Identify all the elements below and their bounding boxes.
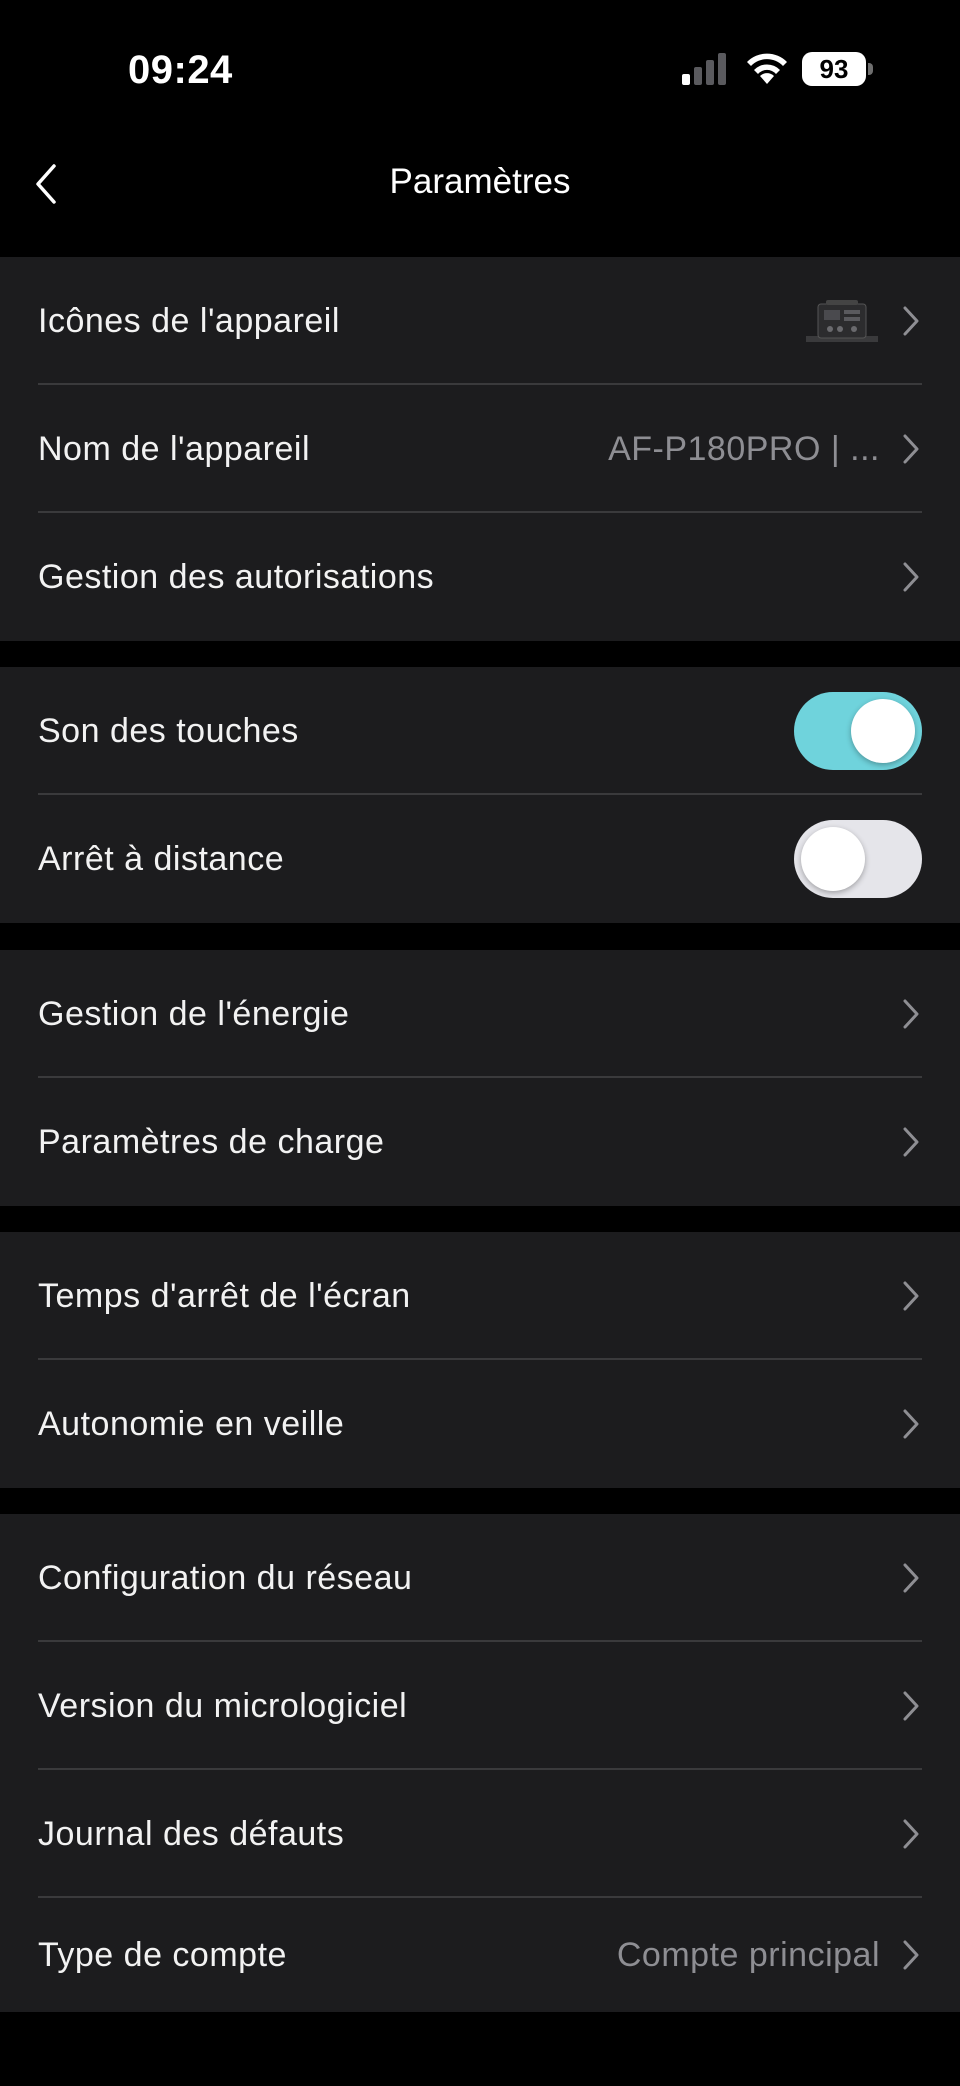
row-label: Type de compte bbox=[38, 1935, 287, 1974]
chevron-right-icon bbox=[903, 1281, 919, 1311]
row-device-name[interactable]: Nom de l'appareil AF-P180PRO | ... bbox=[0, 385, 960, 513]
row-value: AF-P180PRO | ... bbox=[608, 429, 880, 468]
row-energy-management[interactable]: Gestion de l'énergie bbox=[0, 950, 960, 1078]
chevron-right-icon bbox=[903, 562, 919, 592]
chevron-right-icon bbox=[903, 1127, 919, 1157]
chevron-right-icon bbox=[903, 999, 919, 1029]
battery-tip bbox=[868, 63, 873, 75]
chevron-right-icon bbox=[903, 306, 919, 336]
row-fault-log[interactable]: Journal des défauts bbox=[0, 1770, 960, 1898]
chevron-right-icon bbox=[903, 1409, 919, 1439]
row-device-icons[interactable]: Icônes de l'appareil bbox=[0, 257, 960, 385]
row-label: Journal des défauts bbox=[38, 1814, 345, 1853]
row-network-configuration[interactable]: Configuration du réseau bbox=[0, 1514, 960, 1642]
chevron-right-icon bbox=[903, 1940, 919, 1970]
row-label: Autonomie en veille bbox=[38, 1404, 345, 1443]
remote-shutdown-toggle[interactable] bbox=[794, 820, 922, 898]
row-account-type[interactable]: Type de compte Compte principal bbox=[0, 1898, 960, 2012]
row-key-sound: Son des touches bbox=[0, 667, 960, 795]
row-charge-settings[interactable]: Paramètres de charge bbox=[0, 1078, 960, 1206]
row-standby-autonomy[interactable]: Autonomie en veille bbox=[0, 1360, 960, 1488]
row-label: Gestion de l'énergie bbox=[38, 994, 350, 1033]
row-label: Arrêt à distance bbox=[38, 839, 285, 878]
chevron-right-icon bbox=[903, 1563, 919, 1593]
page-title: Paramètres bbox=[389, 162, 571, 201]
settings-group-device: Icônes de l'appareil Nom de l'appareil A… bbox=[0, 257, 960, 641]
settings-group-system: Configuration du réseau Version du micro… bbox=[0, 1514, 960, 2012]
wifi-icon bbox=[747, 53, 787, 84]
chevron-right-icon bbox=[903, 1691, 919, 1721]
row-label: Icônes de l'appareil bbox=[38, 301, 340, 340]
row-label: Temps d'arrêt de l'écran bbox=[38, 1276, 411, 1315]
settings-group-screen: Temps d'arrêt de l'écran Autonomie en ve… bbox=[0, 1232, 960, 1488]
row-label: Gestion des autorisations bbox=[38, 557, 435, 596]
device-thumbnail bbox=[806, 300, 878, 342]
toggle-knob bbox=[851, 699, 915, 763]
chevron-right-icon bbox=[903, 1819, 919, 1849]
row-screen-off-time[interactable]: Temps d'arrêt de l'écran bbox=[0, 1232, 960, 1360]
row-label: Son des touches bbox=[38, 711, 299, 750]
row-remote-shutdown: Arrêt à distance bbox=[0, 795, 960, 923]
chevron-right-icon bbox=[903, 434, 919, 464]
cellular-signal-icon bbox=[682, 53, 726, 85]
status-time: 09:24 bbox=[128, 48, 233, 92]
row-value: Compte principal bbox=[616, 1935, 880, 1974]
navigation-bar: Paramètres bbox=[0, 140, 960, 257]
status-bar: 09:24 93 bbox=[0, 0, 960, 140]
row-label: Nom de l'appareil bbox=[38, 429, 311, 468]
settings-group-energy: Gestion de l'énergie Paramètres de charg… bbox=[0, 950, 960, 1206]
row-label: Configuration du réseau bbox=[38, 1558, 413, 1597]
row-label: Paramètres de charge bbox=[38, 1122, 385, 1161]
row-label: Version du micrologiciel bbox=[38, 1686, 408, 1725]
settings-group-toggles: Son des touches Arrêt à distance bbox=[0, 667, 960, 923]
row-firmware-version[interactable]: Version du micrologiciel bbox=[0, 1642, 960, 1770]
toggle-knob bbox=[801, 827, 865, 891]
key-sound-toggle[interactable] bbox=[794, 692, 922, 770]
row-authorization-management[interactable]: Gestion des autorisations bbox=[0, 513, 960, 641]
battery-icon: 93 bbox=[802, 52, 874, 88]
battery-level: 93 bbox=[802, 52, 866, 86]
